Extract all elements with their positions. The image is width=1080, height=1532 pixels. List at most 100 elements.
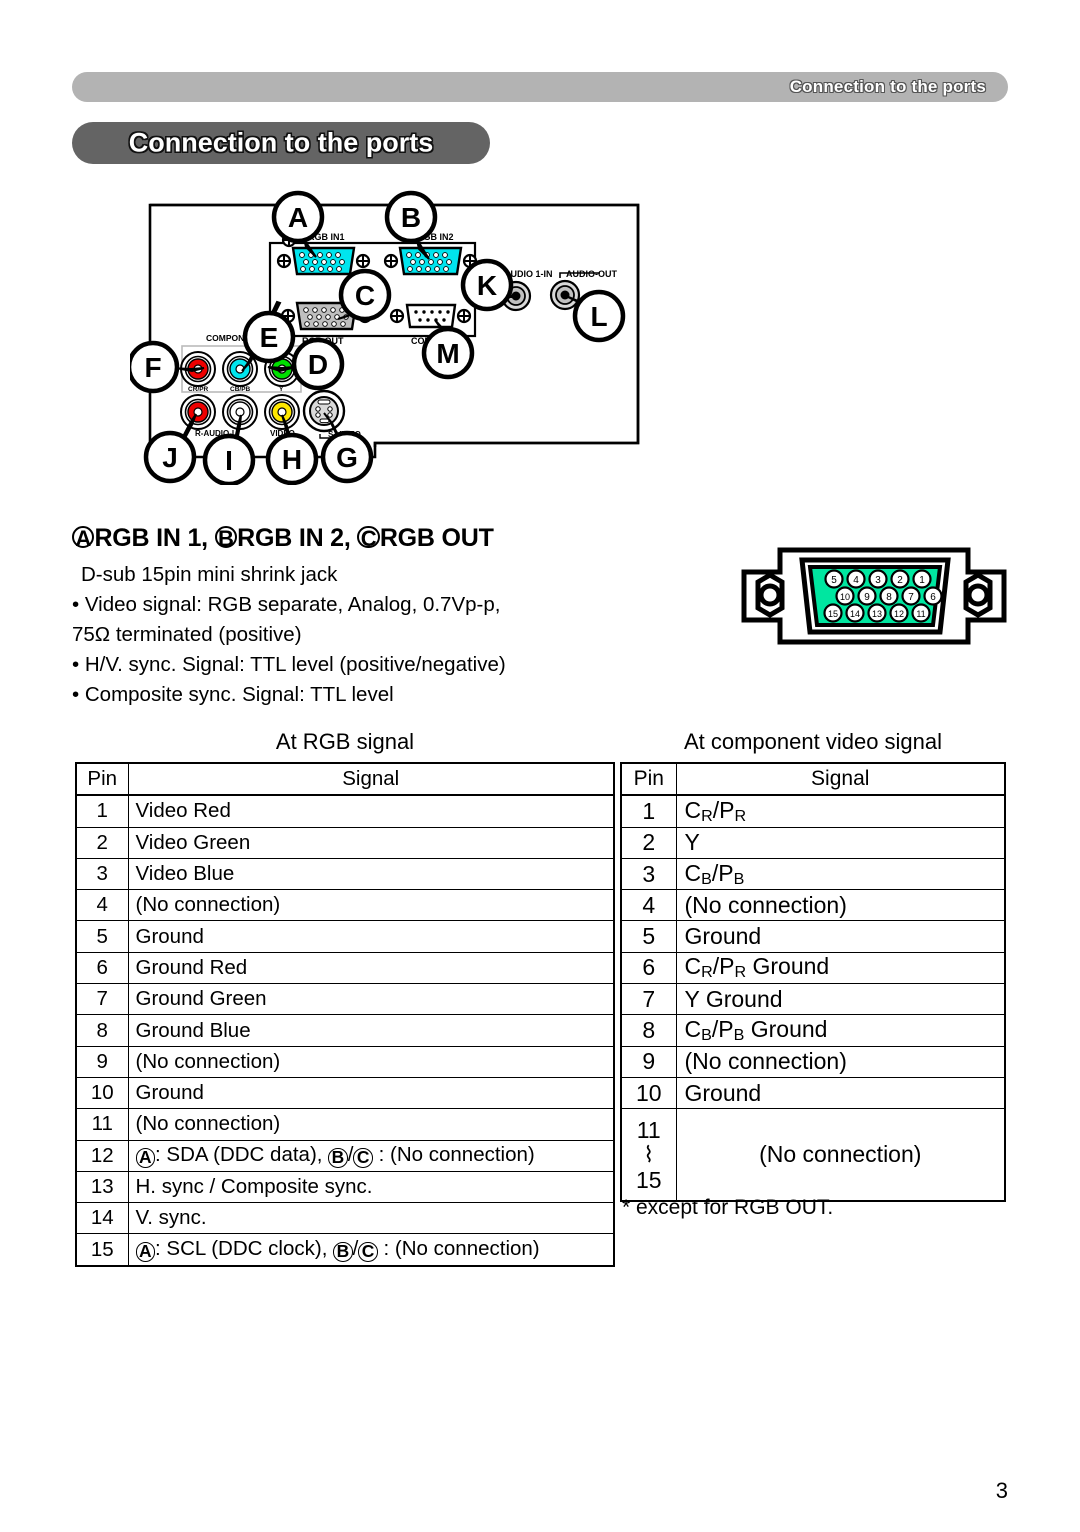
pin-number: 9 <box>75 1045 129 1078</box>
pin-number: 10 <box>75 1076 129 1110</box>
table-row: 4 (No connection) <box>75 889 615 922</box>
signal-name: Video Green <box>127 826 615 859</box>
pin-number: 5 <box>620 920 677 953</box>
pin-number: 5 <box>75 920 129 953</box>
signal-name: Ground Blue <box>127 1014 615 1047</box>
video-jack <box>264 394 300 430</box>
column-header-signal: Signal <box>127 762 615 797</box>
audio-r-jack <box>180 394 216 430</box>
signal-name: Ground <box>675 920 1006 953</box>
table-row: 5 Ground <box>75 920 615 953</box>
section-heading: A RGB IN 1, B RGB IN 2, C RGB OUT <box>72 524 494 553</box>
table-row: 10 Ground <box>620 1076 1006 1110</box>
table-row: 6 Ground Red <box>75 951 615 985</box>
table-header-row: Pin Signal <box>620 762 1006 797</box>
dsub-connector-illustration: 5 4 3 2 1 10 9 8 7 6 15 14 13 12 11 <box>736 546 1012 646</box>
pin-number: 1 <box>75 794 129 828</box>
table-row: 6 CR/PR Ground <box>620 951 1006 985</box>
signal-name-rich: A: SDA (DDC data), B / C : (No connection) <box>127 1139 615 1172</box>
signal-name: (No connection) <box>675 1108 1006 1202</box>
svg-text:11: 11 <box>916 609 925 619</box>
svg-text:6: 6 <box>930 592 936 603</box>
label-b-circle: B <box>214 525 238 549</box>
column-header-signal: Signal <box>675 762 1006 797</box>
spec-line: • H/V. sync. Signal: TTL level (positive… <box>72 653 506 676</box>
spec-line: • Video signal: RGB separate, Analog, 0.… <box>72 593 501 616</box>
svg-text:M: M <box>436 338 459 369</box>
column-header-pin: Pin <box>75 762 129 797</box>
svg-text:5: 5 <box>831 575 837 586</box>
pin-number: 14 <box>75 1202 129 1235</box>
svg-text:J: J <box>162 442 178 473</box>
signal-name-rich: CR/PR <box>675 794 1006 828</box>
signal-name: Y Ground <box>675 983 1006 1016</box>
svg-text:K: K <box>477 270 497 301</box>
signal-name: V. sync. <box>127 1202 615 1235</box>
table-row: 14 V. sync. <box>75 1202 615 1235</box>
signal-name: (No connection) <box>127 889 615 922</box>
table-row: 8 Ground Blue <box>75 1014 615 1047</box>
component-table-title: At component video signal <box>683 729 943 754</box>
pin-number: 4 <box>75 889 129 922</box>
table-row: 9 (No connection) <box>75 1045 615 1078</box>
table-row: 7 Ground Green <box>75 983 615 1016</box>
running-header-bar: Connection to the ports <box>72 72 1008 102</box>
table-row: 7 Y Ground <box>620 983 1006 1016</box>
pin-number: 13 <box>75 1170 129 1204</box>
signal-name: Y <box>675 826 1006 859</box>
table-row: 12 A: SDA (DDC data), B / C : (No connecti… <box>75 1139 615 1172</box>
svg-text:7: 7 <box>908 592 914 603</box>
svg-text:9: 9 <box>864 592 870 603</box>
signal-name: (No connection) <box>127 1108 615 1141</box>
svg-text:CR/PR: CR/PR <box>188 386 209 393</box>
pin-number: 7 <box>75 983 129 1016</box>
rgb-signal-table: Pin Signal 1 Video Red 2 Video Green 3 V… <box>75 762 615 1267</box>
signal-name-rich: CR/PR Ground <box>675 951 1006 985</box>
pin-number: 3 <box>620 857 677 891</box>
signal-name: Ground Red <box>127 951 615 985</box>
signal-name-rich: CB/PB <box>675 857 1006 891</box>
table-row: 4 (No connection) <box>620 889 1006 922</box>
rgb-in1-connector <box>291 246 356 276</box>
page-title: Connection to the ports <box>128 127 434 158</box>
svg-text:C: C <box>355 280 375 311</box>
signal-name: Ground Green <box>127 983 615 1016</box>
svg-text:F: F <box>144 352 161 383</box>
chapter-title-banner: Connection to the ports <box>72 122 490 164</box>
table-row: 3 Video Blue <box>75 857 615 891</box>
svg-text:12: 12 <box>894 609 904 619</box>
pin-number: 10 <box>620 1076 677 1110</box>
spec-list: D-sub 15pin mini shrink jack • Video sig… <box>72 560 672 710</box>
pin-range-from: 11 <box>636 1116 661 1143</box>
signal-name: Video Red <box>127 794 615 828</box>
svg-text:4: 4 <box>853 575 859 586</box>
pin-number: 4 <box>620 889 677 922</box>
svg-text:1: 1 <box>919 575 925 586</box>
signal-name: (No connection) <box>675 889 1006 922</box>
svg-text:Y: Y <box>279 386 284 393</box>
pin-number: 15 <box>75 1233 129 1267</box>
label-b-circle: B <box>328 1148 348 1168</box>
table-row: 1 Video Red <box>75 794 615 828</box>
pin-range-to: 15 <box>635 1166 662 1193</box>
port-panel-diagram: RGB IN1 RGB IN2 AUDIO 1-IN AUDIO-OUT COM… <box>130 185 660 485</box>
signal-name: (No connection) <box>127 1045 615 1078</box>
pin-number: 8 <box>75 1014 129 1047</box>
svg-text:15: 15 <box>828 609 838 619</box>
label-c-circle: C <box>353 1148 373 1168</box>
section-heading-text-3: RGB OUT <box>379 524 494 552</box>
svg-text:E: E <box>260 322 279 353</box>
table-row: 8 CB/PB Ground <box>620 1014 1006 1047</box>
label-a-circle: A <box>72 525 95 549</box>
running-header-text: Connection to the ports <box>789 77 986 96</box>
pin-number: 6 <box>75 951 129 985</box>
svg-text:CB/PB: CB/PB <box>230 386 251 393</box>
signal-name: Ground <box>127 1076 615 1110</box>
table-row: 1 CR/PR <box>620 794 1006 828</box>
svg-text:10: 10 <box>840 592 850 602</box>
spec-line: • Composite sync. Signal: TTL level <box>72 683 394 706</box>
table-row: 3 CB/PB <box>620 857 1006 891</box>
control-connector <box>405 303 457 329</box>
signal-name-rich: A: SCL (DDC clock), B / C : (No connection… <box>127 1233 615 1267</box>
pin-number: 2 <box>620 826 677 859</box>
